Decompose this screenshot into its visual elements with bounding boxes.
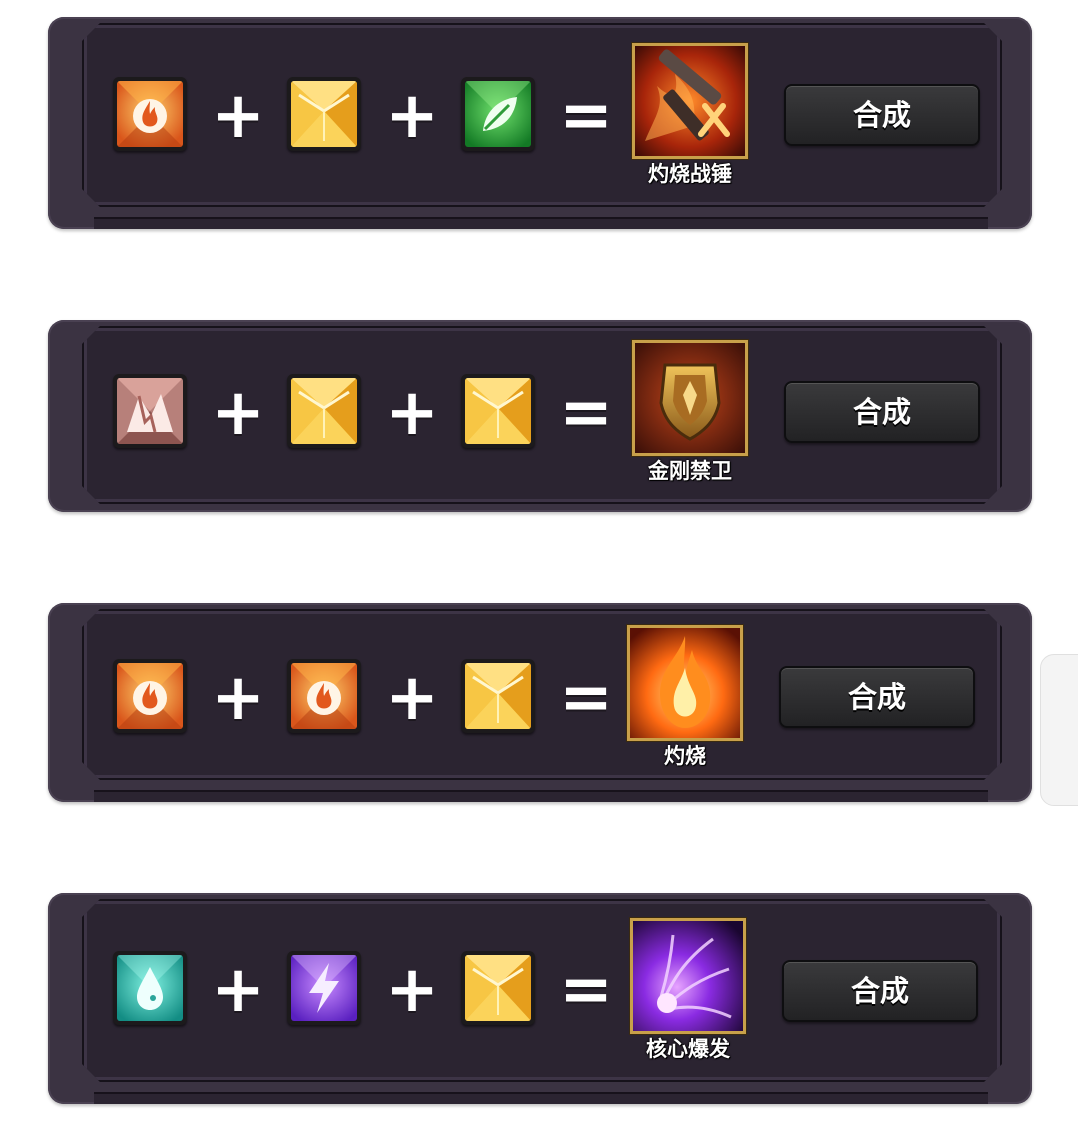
craft-button[interactable]: 合成 [784, 84, 980, 146]
purple-lightning-gem-icon[interactable] [287, 951, 361, 1025]
result-name: 灼烧 [664, 744, 706, 768]
green-leaf-gem-icon[interactable] [461, 77, 535, 151]
burning-warhammer-icon[interactable] [632, 43, 748, 159]
gold-gem-icon[interactable] [287, 374, 361, 448]
result-name: 核心爆发 [646, 1037, 730, 1061]
plus-sign: + [385, 79, 439, 153]
panel-lip [94, 1092, 988, 1104]
golden-shield-icon[interactable] [632, 340, 748, 456]
equals-sign: = [559, 376, 613, 450]
equals-sign: = [559, 79, 613, 153]
side-pull-tab[interactable] [1040, 654, 1078, 806]
gold-gem-icon[interactable] [461, 374, 535, 448]
craft-button[interactable]: 合成 [784, 381, 980, 443]
plus-sign: + [385, 376, 439, 450]
equals-sign: = [559, 661, 613, 735]
fire-gem-icon[interactable] [113, 659, 187, 733]
craft-button[interactable]: 合成 [779, 666, 975, 728]
result-name: 金刚禁卫 [648, 459, 732, 483]
flame-icon[interactable] [627, 625, 743, 741]
fire-gem-icon[interactable] [113, 77, 187, 151]
gold-gem-icon[interactable] [461, 951, 535, 1025]
plus-sign: + [211, 953, 265, 1027]
craft-button[interactable]: 合成 [782, 960, 978, 1022]
plus-sign: + [211, 376, 265, 450]
plus-sign: + [385, 661, 439, 735]
plus-sign: + [211, 661, 265, 735]
water-drop-gem-icon[interactable] [113, 951, 187, 1025]
core-burst-icon[interactable] [630, 918, 746, 1034]
result-name: 灼烧战锤 [648, 162, 732, 186]
cracked-stone-gem-icon[interactable] [113, 374, 187, 448]
plus-sign: + [385, 953, 439, 1027]
gold-gem-icon[interactable] [461, 659, 535, 733]
gold-gem-icon[interactable] [287, 77, 361, 151]
plus-sign: + [211, 79, 265, 153]
fire-gem-icon[interactable] [287, 659, 361, 733]
panel-lip [94, 790, 988, 802]
equals-sign: = [559, 953, 613, 1027]
panel-lip [94, 217, 988, 229]
